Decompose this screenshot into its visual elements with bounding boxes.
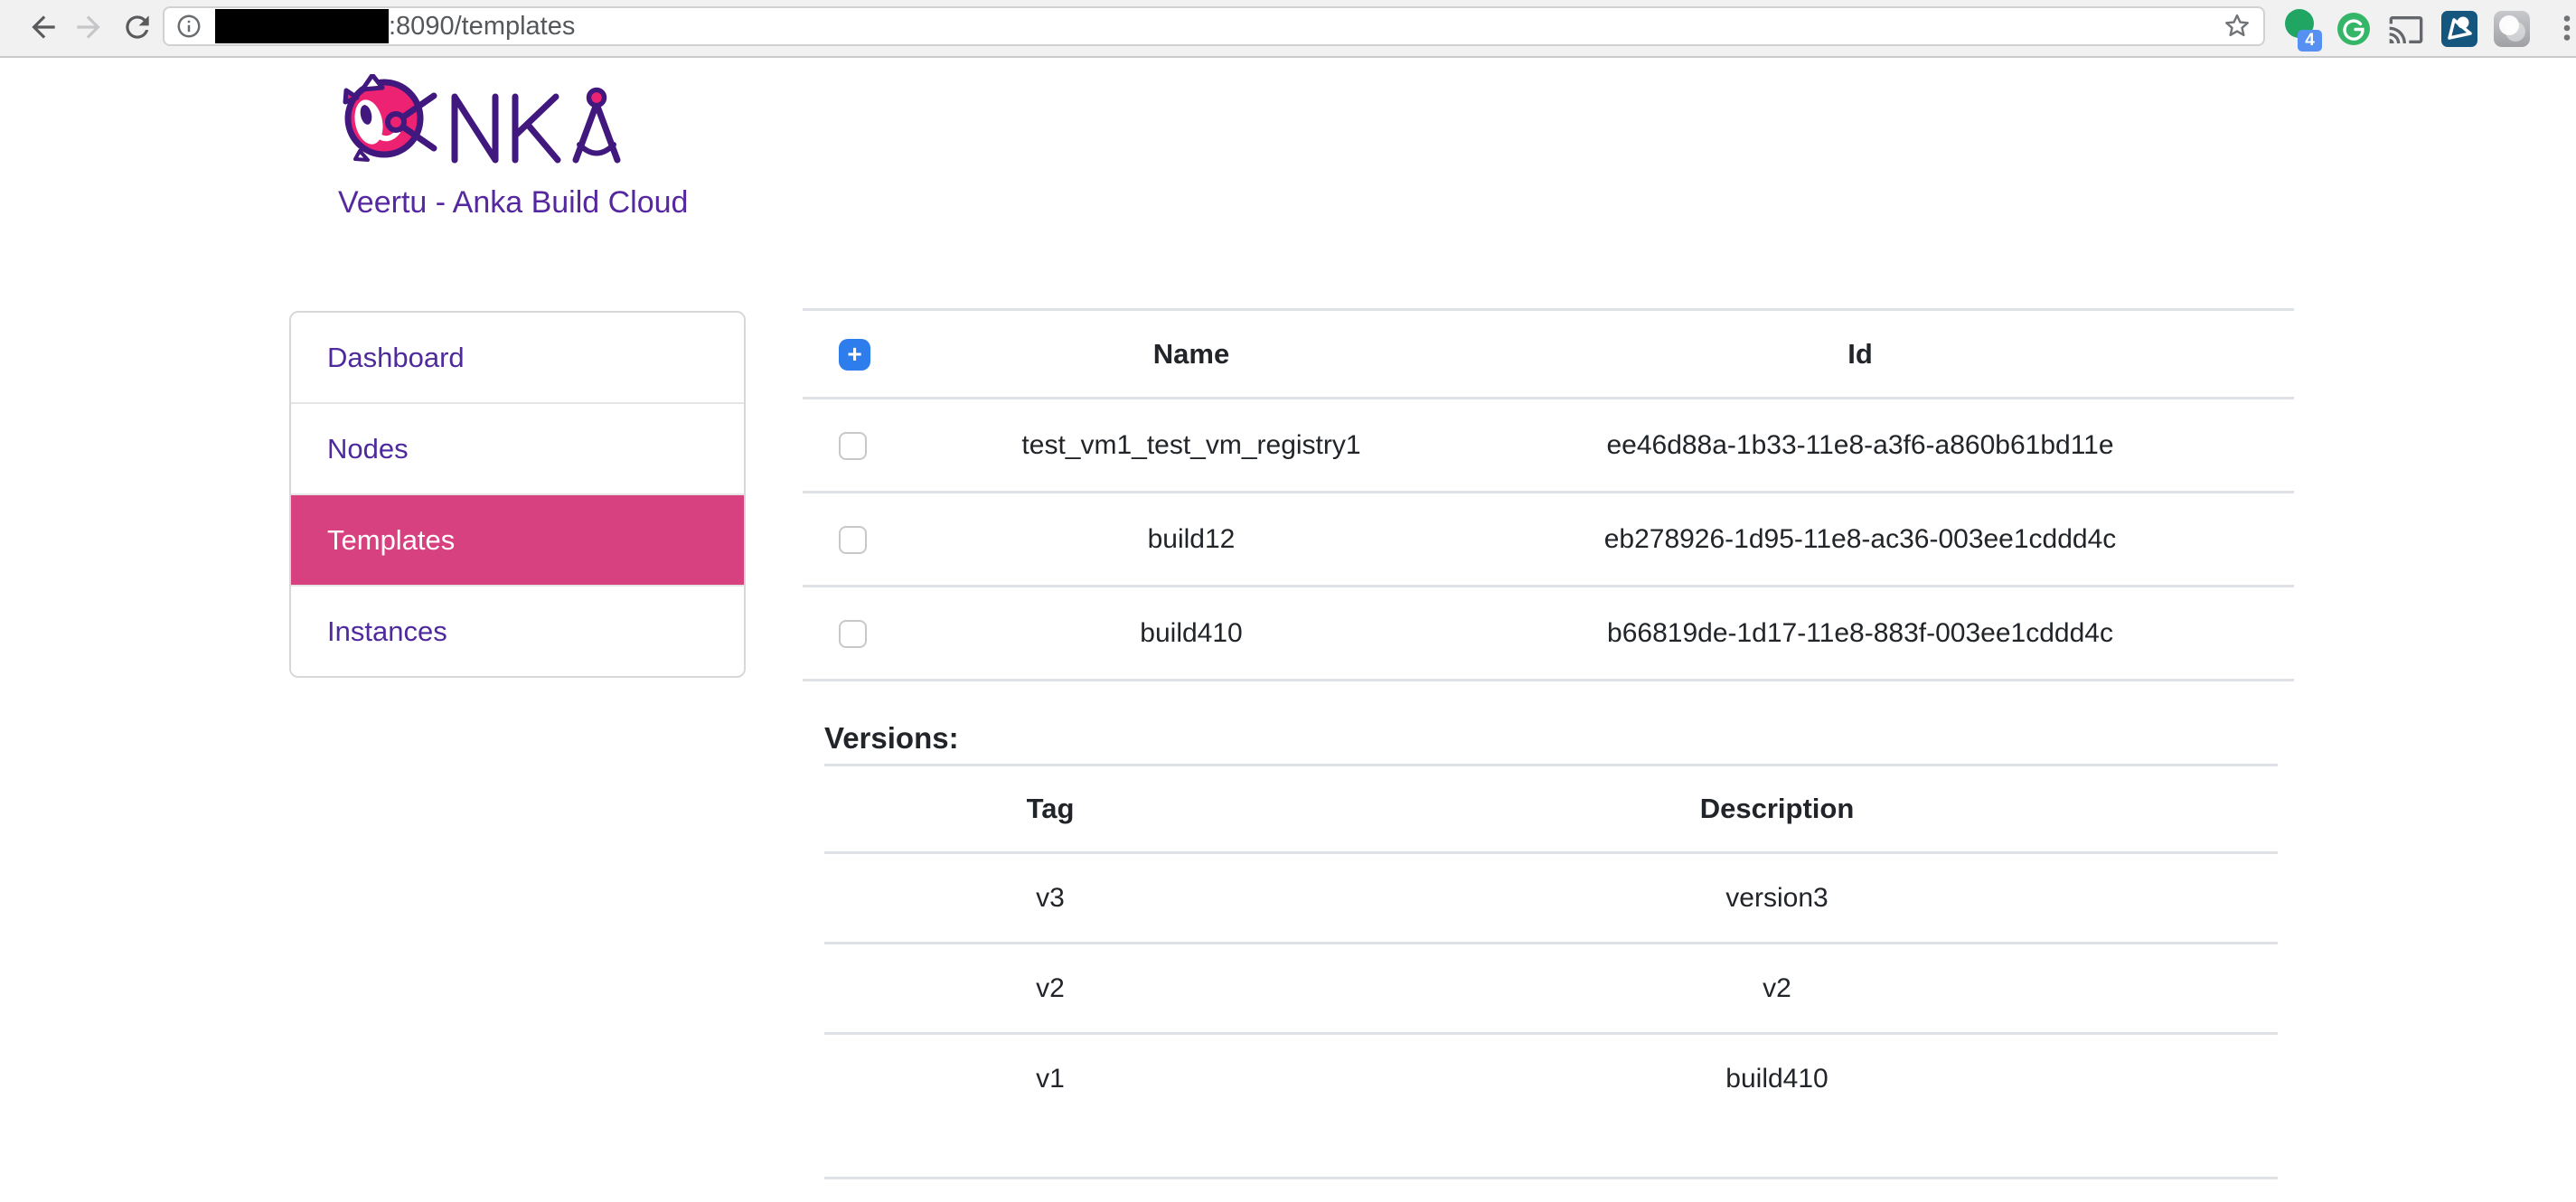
sidebar-item-label: Templates [327, 524, 455, 556]
browser-toolbar: :8090/templates 4 [0, 0, 2576, 58]
address-bar[interactable]: :8090/templates [163, 6, 2265, 46]
version-row: v2 v2 [824, 944, 2278, 1034]
column-header-name: Name [956, 310, 1426, 399]
versions-table-header-row: Tag Description [824, 765, 2278, 853]
row-checkbox[interactable] [839, 526, 867, 554]
column-header-id: Id [1426, 310, 2294, 399]
extension-badge: 4 [2298, 30, 2322, 52]
add-template-button[interactable]: + [839, 339, 870, 371]
version-row: v3 version3 [824, 853, 2278, 944]
row-checkbox[interactable] [839, 432, 867, 460]
template-name: build12 [956, 493, 1426, 587]
version-description: build410 [1276, 1034, 2278, 1179]
template-name: test_vm1_test_vm_registry1 [956, 399, 1426, 493]
url-text: :8090/templates [389, 12, 575, 42]
cast-icon[interactable] [2388, 8, 2426, 50]
versions-heading: Versions: [824, 721, 959, 756]
sidebar-item-nodes[interactable]: Nodes [291, 404, 744, 495]
column-header-tag: Tag [824, 765, 1276, 853]
reload-icon [120, 33, 155, 47]
template-id: b66819de-1d17-11e8-883f-003ee1cddd4c [1426, 587, 2294, 681]
extension-gray-icon[interactable] [2493, 8, 2531, 50]
template-name: build410 [956, 587, 1426, 681]
reload-button[interactable] [119, 10, 155, 46]
browser-window: :8090/templates 4 [0, 0, 2576, 1202]
sidebar-item-label: Nodes [327, 433, 409, 465]
templates-table: + Name Id test_vm1_test_vm_registry1 ee4… [803, 308, 2294, 681]
page-info-icon[interactable] [175, 13, 202, 40]
version-tag: v2 [824, 944, 1276, 1034]
sidebar: Dashboard Nodes Templates Instances [289, 311, 746, 678]
forward-arrow-icon [71, 33, 106, 47]
back-arrow-icon [26, 33, 61, 47]
browser-menu-button[interactable] [2551, 12, 2576, 47]
templates-table-header-row: + Name Id [803, 310, 2294, 399]
template-id: eb278926-1d95-11e8-ac36-003ee1cddd4c [1426, 493, 2294, 587]
brand-title: Veertu - Anka Build Cloud [338, 185, 688, 221]
redacted-host [215, 9, 389, 43]
template-id: ee46d88a-1b33-11e8-a3f6-a860b61bd11e [1426, 399, 2294, 493]
extension-green-icon[interactable]: 4 [2283, 8, 2321, 50]
sidebar-item-label: Dashboard [327, 342, 465, 373]
bookmark-star-icon[interactable] [2222, 11, 2252, 42]
template-row[interactable]: test_vm1_test_vm_registry1 ee46d88a-1b33… [803, 399, 2294, 493]
sidebar-item-templates[interactable]: Templates [291, 495, 744, 587]
version-tag: v3 [824, 853, 1276, 944]
anka-logo-icon [338, 74, 627, 175]
extension-blue-icon[interactable] [2440, 8, 2478, 50]
row-checkbox[interactable] [839, 620, 867, 648]
forward-button[interactable] [71, 10, 107, 46]
template-row[interactable]: build410 b66819de-1d17-11e8-883f-003ee1c… [803, 587, 2294, 681]
sidebar-item-label: Instances [327, 615, 447, 647]
version-row: v1 build410 [824, 1034, 2278, 1179]
version-description: version3 [1276, 853, 2278, 944]
three-dots-icon [2551, 33, 2576, 47]
column-header-description: Description [1276, 765, 2278, 853]
sidebar-item-dashboard[interactable]: Dashboard [291, 313, 744, 404]
version-tag: v1 [824, 1034, 1276, 1179]
versions-table: Tag Description v3 version3 v2 v2 v1 bui… [824, 764, 2278, 1179]
plus-icon: + [847, 340, 861, 369]
version-description: v2 [1276, 944, 2278, 1034]
template-row[interactable]: build12 eb278926-1d95-11e8-ac36-003ee1cd… [803, 493, 2294, 587]
sidebar-item-instances[interactable]: Instances [291, 587, 744, 676]
back-button[interactable] [25, 10, 61, 46]
grammarly-icon[interactable] [2336, 8, 2374, 50]
extensions-row: 4 [2283, 7, 2576, 51]
